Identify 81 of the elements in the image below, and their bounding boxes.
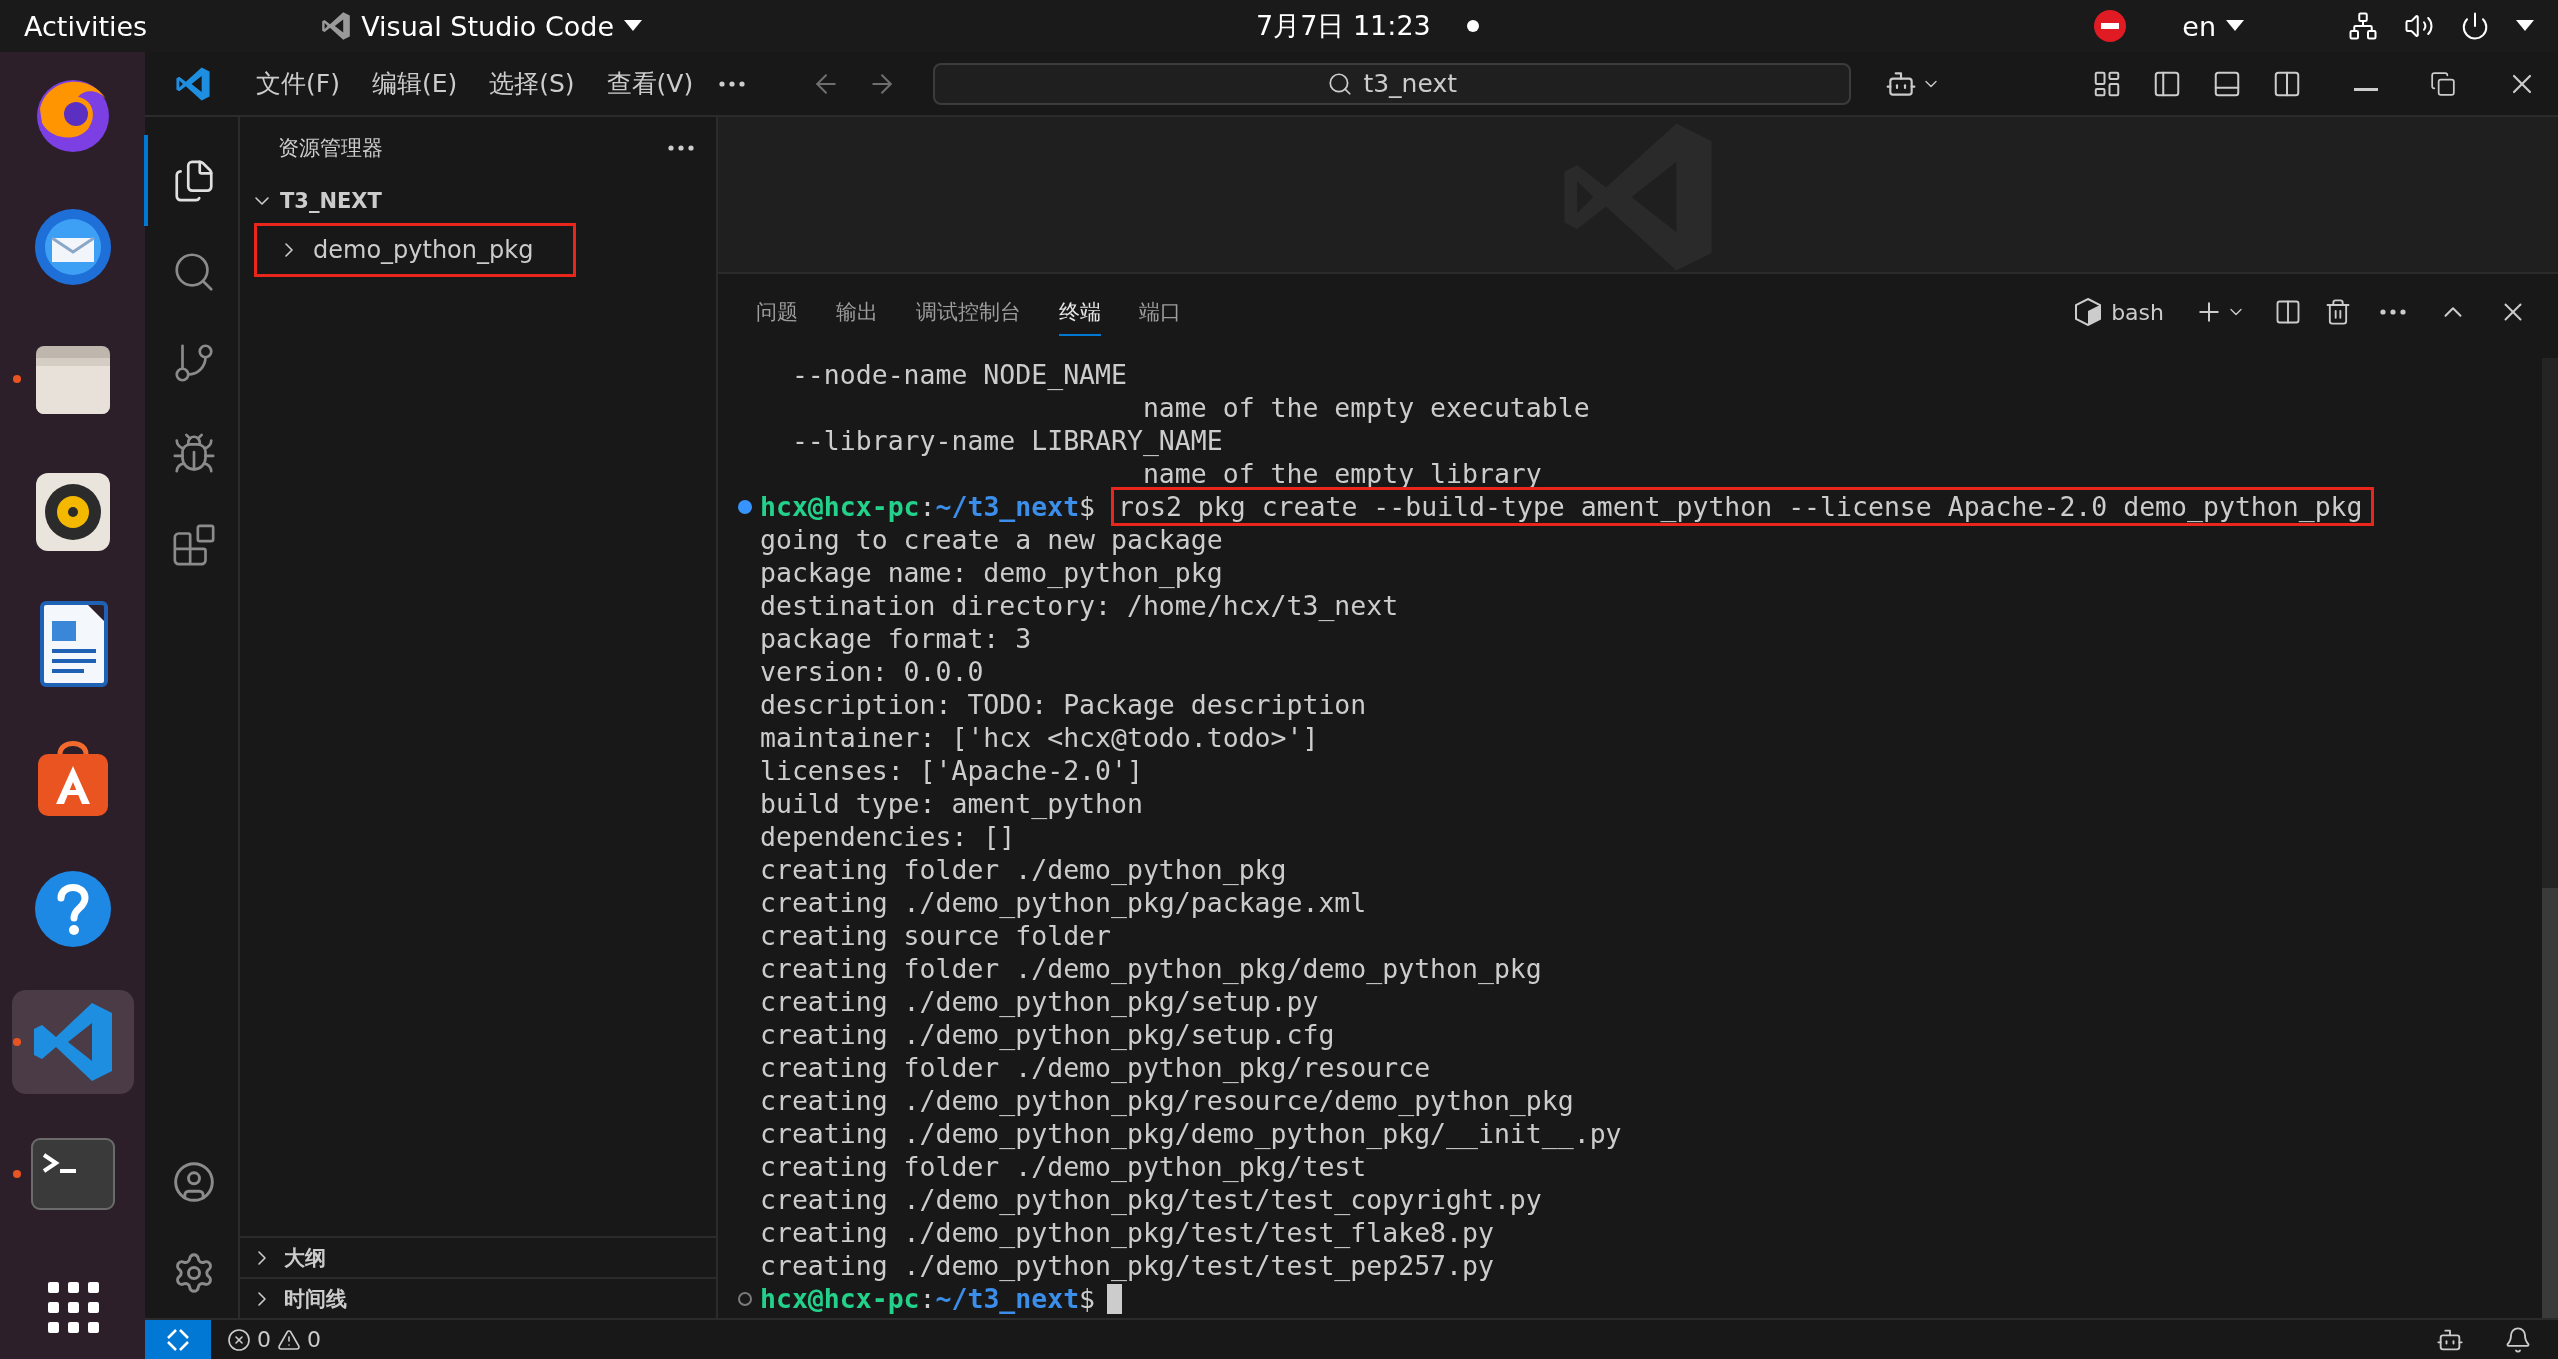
terminal-line: creating ./demo_python_pkg/test/test_pep257.py [760,1249,1494,1282]
scrollbar[interactable] [2542,358,2558,1318]
more-icon [668,145,694,151]
blocks-icon [170,521,217,568]
terminal-line: creating folder ./demo_python_pkg [760,853,1287,886]
terminal-line: description: TODO: Package description [760,688,1367,721]
terminal-line: maintainer: ['hcx <hcx@todo.todo>'] [760,721,1319,754]
do-not-disturb-icon[interactable] [2094,10,2127,42]
panel-tab[interactable]: 终端 [1059,288,1101,336]
tree-item[interactable]: demo_python_pkg [254,223,576,277]
notification-dot-icon [1466,20,1479,32]
caret-icon [2226,20,2244,32]
section-label: 时间线 [284,1285,347,1313]
menu-item[interactable]: 选择(S) [473,67,591,100]
section-header[interactable]: 大纲 [240,1236,716,1277]
cube-icon [2075,298,2102,326]
menu-item[interactable]: 查看(V) [590,67,710,100]
explorer-title: 资源管理器 [278,135,383,162]
panel-tab[interactable]: 输出 [836,288,878,336]
terminal-line: creating ./demo_python_pkg/setup.cfg [760,1018,1335,1051]
activities-button[interactable]: Activities [0,10,160,42]
terminal-line: creating ./demo_python_pkg/resource/demo_python_pkg [760,1084,1574,1117]
terminal-line: package format: 3 [760,622,1032,655]
minimize-icon [2354,88,2378,91]
power-icon [2460,11,2490,41]
terminal-line: name of the empty executable [1141,391,1590,424]
vscode-logo-icon [174,65,211,102]
panel-tab[interactable]: 调试控制台 [916,288,1021,336]
restore-icon [2430,70,2456,97]
caret-icon [624,20,643,32]
menu-item[interactable]: 编辑(E) [355,67,474,100]
account-icon [171,1159,216,1204]
terminal-line: creating folder ./demo_python_pkg/demo_python_pkg [760,952,1542,985]
clock-button[interactable]: 7月7日 11:23 [1250,0,1485,52]
terminal-command: ros2 pkg create --build-type ament_python --license Apache-2.0 demo_python_pkg [1118,491,2363,522]
terminal-line: creating ./demo_python_pkg/test/test_flake8.py [760,1216,1494,1249]
terminal-line: creating ./demo_python_pkg/demo_python_pkg/__init__.py [760,1117,1622,1150]
terminal-line: name of the empty library [1141,457,1542,490]
section-label: 大纲 [284,1244,326,1272]
warning-icon [277,1327,301,1352]
more-icon [719,80,746,87]
terminal-line: --library-name LIBRARY_NAME [790,424,1223,457]
terminal-line: package name: demo_python_pkg [760,556,1223,589]
bell-icon [2504,1325,2532,1354]
problems-button[interactable]: 0 0 [211,1327,337,1352]
trash-icon [2324,298,2352,326]
shell-button[interactable]: bash [2069,297,2170,327]
terminal-line: --node-name NODE_NAME [790,358,1127,391]
terminal-line: destination directory: /home/hcx/t3_next [760,589,1399,622]
terminal-line: build type: ament_python [760,787,1143,820]
panel-tab[interactable]: 端口 [1139,288,1181,336]
caret-icon[interactable] [2516,20,2534,32]
search-icon [1327,70,1354,97]
remote-icon [164,1327,192,1352]
terminal-line: going to create a new package [760,523,1223,556]
remote-button[interactable] [145,1320,211,1359]
split-icon [2274,298,2302,326]
panel-tab[interactable]: 问题 [756,288,798,336]
app-menu[interactable]: Visual Studio Code [309,10,655,42]
menu-item[interactable]: 文件(F) [240,67,356,100]
terminal-line: creating ./demo_python_pkg/setup.py [760,985,1319,1018]
shell-prompt: hcx@hcx-pc:~/t3_next$ [760,1282,1096,1315]
app-logo-icon [321,11,352,41]
folder-header[interactable]: T3_NEXT [240,179,716,223]
tree-item-label: demo_python_pkg [313,236,534,264]
cursor-icon [1107,1283,1123,1314]
keyboard-layout-button[interactable]: en [2170,10,2256,42]
terminal-line: dependencies: [] [760,820,1016,853]
more-icon [2380,309,2406,315]
folder-name: T3_NEXT [280,189,382,213]
terminal-line: creating ./demo_python_pkg/test/test_copyright.py [760,1183,1542,1216]
error-icon [227,1327,251,1352]
terminal-line: version: 0.0.0 [760,655,984,688]
terminal-line: creating folder ./demo_python_pkg/test [760,1150,1367,1183]
terminal-line: creating ./demo_python_pkg/package.xml [760,886,1367,919]
network-icon [2348,11,2378,41]
shell-prompt: hcx@hcx-pc:~/t3_next$ [760,490,1096,523]
terminal-line: licenses: ['Apache-2.0'] [760,754,1143,787]
terminal-line: creating folder ./demo_python_pkg/resource [760,1051,1431,1084]
terminal-line: creating source folder [760,919,1111,952]
search-field[interactable]: t3_next [933,62,1852,105]
